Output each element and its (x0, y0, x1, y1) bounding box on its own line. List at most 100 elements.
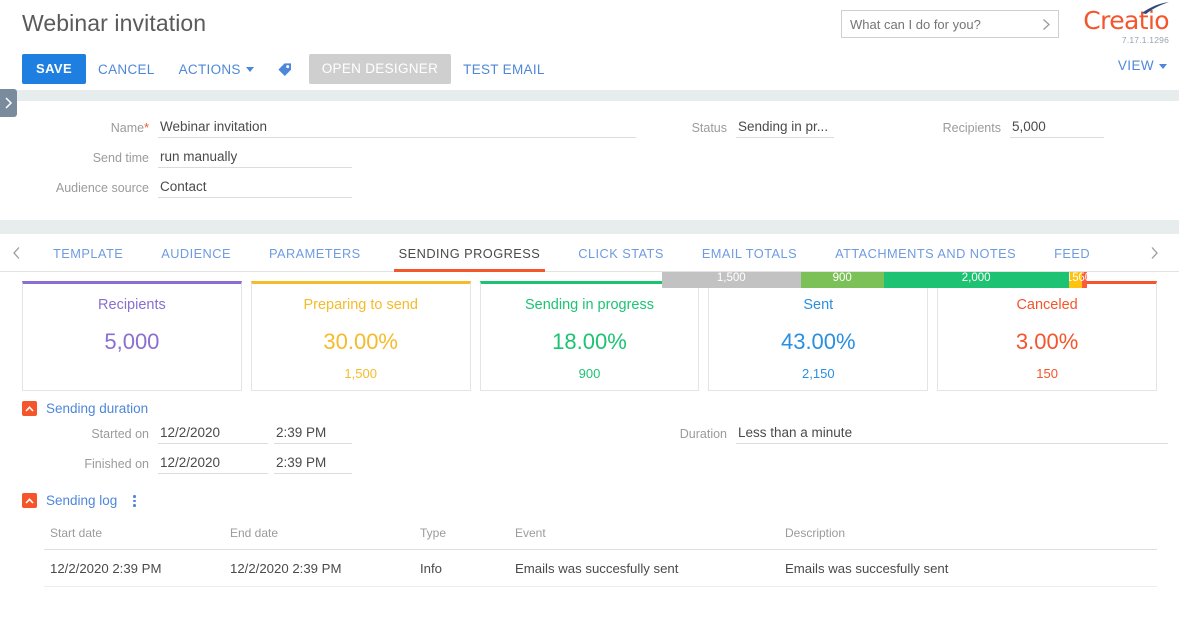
tabs-scroll-right-button[interactable] (1137, 246, 1171, 260)
progress-segment-label: 2,000 (961, 271, 991, 284)
record-profile-panel: Name* Webinar invitation Send time run m… (0, 101, 1179, 288)
cell-event: Emails was succesfully sent (509, 549, 779, 587)
kpi-card-sent[interactable]: Sent 43.00% 2,150 (708, 281, 929, 391)
field-recipients-value[interactable]: 5,000 (1010, 119, 1104, 138)
tag-icon[interactable] (276, 61, 293, 78)
kpi-card-title: Sending in progress (525, 297, 654, 313)
tab-feed[interactable]: FEED (1049, 234, 1095, 272)
search-submit-chevron-icon[interactable] (1034, 11, 1058, 37)
field-send-time-value[interactable]: run manually (158, 149, 352, 168)
view-menu-button[interactable]: VIEW (1118, 58, 1167, 73)
column-header-start-date[interactable]: Start date (44, 521, 224, 550)
tab-attachments-and-notes[interactable]: ATTACHMENTS AND NOTES (830, 234, 1021, 272)
field-audience-source: Audience source Contact (22, 179, 352, 198)
kpi-card-sending-in-progress[interactable]: Sending in progress 18.00% 900 (479, 281, 700, 391)
collapse-toggle-icon[interactable] (22, 401, 37, 416)
field-duration: Duration Less than a minute (662, 425, 1168, 444)
test-email-button[interactable]: TEST EMAIL (451, 55, 557, 84)
field-name-value[interactable]: Webinar invitation (158, 119, 636, 138)
field-audience-source-value[interactable]: Contact (158, 179, 352, 198)
kpi-card-subvalue: 900 (578, 366, 601, 381)
chevron-left-icon (13, 246, 20, 259)
kpi-card-subvalue: 2,150 (802, 366, 835, 381)
kpi-card-canceled[interactable]: Canceled 3.00% 150 (937, 281, 1157, 391)
table-header-row: Start date End date Type Event Description (44, 521, 1157, 550)
page-header: Webinar invitation SAVE CANCEL ACTIONS O… (0, 0, 1179, 90)
field-finished-on-time[interactable]: 2:39 PM (274, 455, 352, 474)
tab-sending-progress[interactable]: SENDING PROGRESS (393, 234, 546, 272)
logo-wordmark: Creatio (1083, 2, 1170, 34)
field-send-time: Send time run manually (22, 149, 352, 168)
kpi-card-title: Canceled (1016, 297, 1078, 313)
search-input[interactable] (842, 16, 1034, 32)
open-designer-button[interactable]: OPEN DESIGNER (308, 54, 452, 84)
column-header-end-date[interactable]: End date (224, 521, 414, 550)
logo-swoosh-icon (1142, 2, 1169, 14)
kpi-card-title: Recipients (98, 297, 166, 313)
chevron-down-icon (1159, 63, 1167, 69)
sending-log-title[interactable]: Sending log (46, 493, 117, 508)
save-button[interactable]: SAVE (22, 54, 87, 84)
kpi-card-preparing-to-send[interactable]: Preparing to send 30.00% 1,500 (250, 281, 471, 391)
chevron-up-icon (25, 497, 34, 504)
field-status: Status Sending in pr... (662, 119, 834, 138)
kpi-card-recipients[interactable]: Recipients 5,000 (22, 281, 242, 391)
chevron-down-icon (245, 67, 254, 73)
sending-log-table-wrap: Start date End date Type Event Description 1… (0, 521, 1179, 587)
more-options-icon[interactable] (130, 492, 139, 510)
actions-menu-button[interactable]: ACTIONS (167, 55, 266, 84)
progress-segment-label: 900 (832, 271, 852, 284)
collapse-toggle-icon[interactable] (22, 493, 37, 509)
kpi-card-subvalue: 150 (1036, 366, 1058, 381)
kpi-card-value: 43.00% (780, 329, 856, 354)
profile-divider (0, 220, 1179, 234)
kpi-card-title: Preparing to send (303, 297, 418, 313)
column-header-event[interactable]: Event (509, 521, 779, 550)
global-search[interactable] (841, 10, 1059, 38)
field-started-on: Started on 12/2/2020 2:39 PM (22, 425, 352, 444)
sending-log-table: Start date End date Type Event Description 1… (44, 521, 1157, 587)
header-divider (0, 90, 1179, 101)
kpi-card-subvalue: 1,500 (344, 366, 377, 381)
kpi-card-value: 5,000 (104, 329, 160, 354)
field-audience-source-label: Audience source (55, 181, 149, 195)
action-toolbar: SAVE CANCEL ACTIONS OPEN DESIGNER TEST E… (22, 54, 557, 84)
kpi-card-title: Sent (803, 297, 834, 313)
logo-version: 7.17.1.1296 (1121, 35, 1169, 45)
tab-audience[interactable]: AUDIENCE (156, 234, 236, 272)
sending-duration-body: Started on 12/2/2020 2:39 PM Finished on… (0, 416, 1179, 486)
sending-log-header: Sending log (0, 492, 1179, 510)
sending-duration-header: Sending duration (0, 401, 1179, 416)
tab-parameters[interactable]: PARAMETERS (264, 234, 366, 272)
kpi-card-value: 30.00% (323, 329, 398, 354)
cell-description: Emails was succesfully sent (779, 549, 1157, 587)
chevron-right-icon (5, 97, 13, 109)
field-started-on-time[interactable]: 2:39 PM (274, 425, 352, 444)
chevron-right-icon (1151, 246, 1158, 259)
field-name-label: Name* (22, 121, 158, 138)
field-finished-on-date[interactable]: 12/2/2020 (158, 455, 268, 474)
tabs-scroll-left-button[interactable] (0, 246, 34, 260)
table-body: 12/2/2020 2:39 PM 12/2/2020 2:39 PM Info Em… (44, 549, 1157, 587)
progress-segment-label: 1,500 (716, 271, 746, 284)
field-status-label: Status (691, 121, 727, 135)
chevron-up-icon (25, 405, 34, 412)
tab-click-stats[interactable]: CLICK STATS (573, 234, 669, 272)
sending-duration-title[interactable]: Sending duration (46, 401, 148, 416)
field-recipients: Recipients 5,000 (898, 119, 1104, 138)
field-duration-value[interactable]: Less than a minute (736, 425, 1168, 444)
column-header-type[interactable]: Type (414, 521, 509, 550)
field-recipients-label: Recipients (942, 121, 1001, 135)
field-status-value[interactable]: Sending in pr... (736, 119, 834, 138)
column-header-description[interactable]: Description (779, 521, 1157, 550)
cell-type: Info (414, 549, 509, 587)
field-name: Name* Webinar invitation (22, 119, 636, 138)
cancel-button[interactable]: CANCEL (86, 55, 167, 84)
kpi-card-value: 3.00% (1015, 329, 1079, 354)
field-started-on-date[interactable]: 12/2/2020 (158, 425, 268, 444)
tab-email-totals[interactable]: EMAIL TOTALS (697, 234, 802, 272)
sidebar-expand-handle[interactable] (0, 89, 17, 117)
tab-template[interactable]: TEMPLATE (48, 234, 128, 272)
table-row[interactable]: 12/2/2020 2:39 PM 12/2/2020 2:39 PM Info Em… (44, 549, 1157, 587)
field-finished-on: Finished on 12/2/2020 2:39 PM (22, 455, 352, 474)
